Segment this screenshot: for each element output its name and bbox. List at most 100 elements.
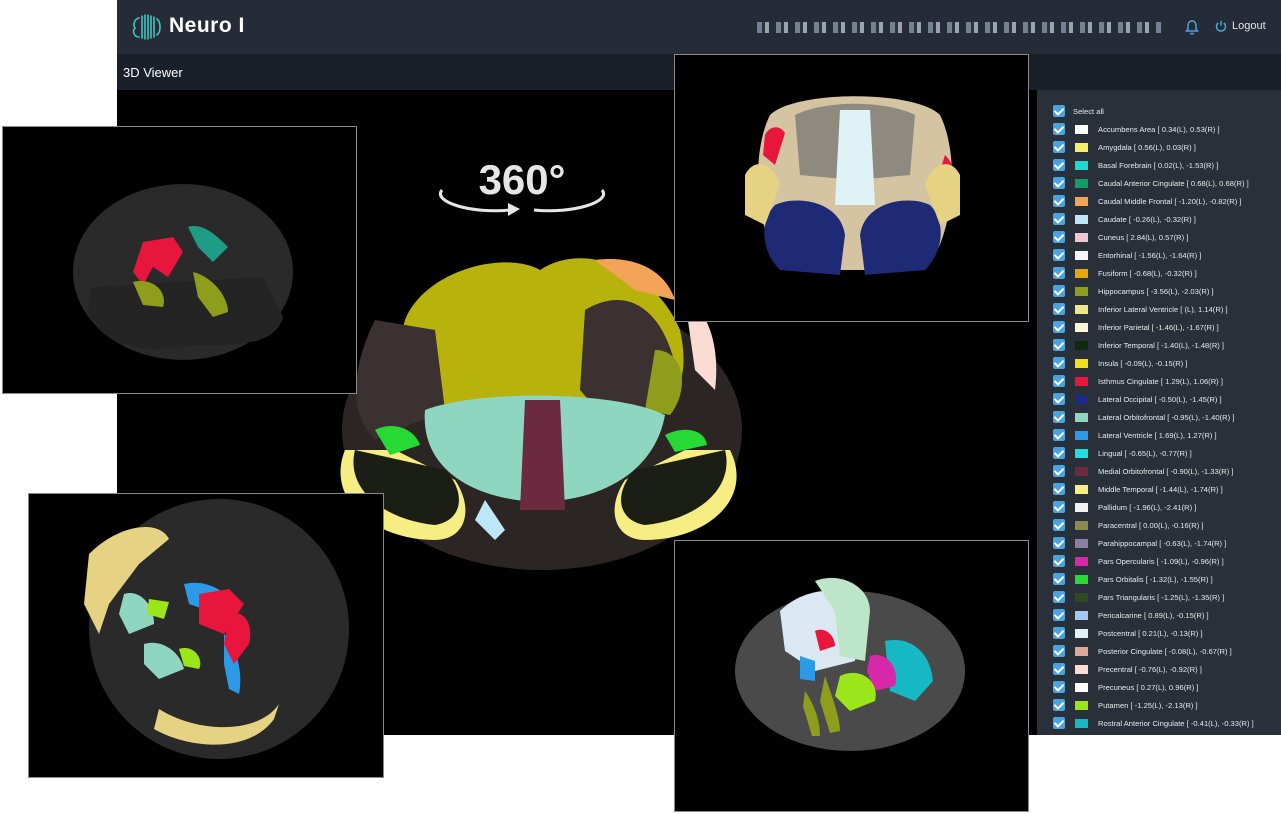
region-checkbox[interactable] [1053, 717, 1065, 729]
region-checkbox[interactable] [1053, 267, 1065, 279]
legend-row[interactable]: Caudal Middle Frontal [ -1.20(L), -0.82(… [1053, 192, 1242, 210]
legend-row[interactable]: Caudate [ -0.26(L), -0.32(R) ] [1053, 210, 1196, 228]
region-color-swatch [1075, 520, 1088, 530]
region-checkbox[interactable] [1053, 159, 1065, 171]
legend-row[interactable]: Middle Temporal [ -1.44(L), -1.74(R) ] [1053, 480, 1223, 498]
region-label: Caudate [ -0.26(L), -0.32(R) ] [1098, 214, 1196, 224]
select-all-row[interactable]: Select all [1053, 102, 1104, 120]
region-checkbox[interactable] [1053, 321, 1065, 333]
app-brand-name: Neuro I [169, 14, 245, 37]
legend-row[interactable]: Rostral Anterior Cingulate [ -0.41(L), -… [1053, 714, 1254, 732]
legend-row[interactable]: Insula [ -0.09(L), -0.15(R) ] [1053, 354, 1187, 372]
region-checkbox[interactable] [1053, 465, 1065, 477]
region-checkbox[interactable] [1053, 699, 1065, 711]
region-checkbox[interactable] [1053, 411, 1065, 423]
legend-row[interactable]: Accumbens Area [ 0.34(L), 0.53(R) ] [1053, 120, 1220, 138]
legend-row[interactable]: Precuneus [ 0.27(L), 0.96(R) ] [1053, 678, 1198, 696]
brain-view-posterior-top-right[interactable] [674, 54, 1029, 322]
region-checkbox[interactable] [1053, 429, 1065, 441]
region-checkbox[interactable] [1053, 681, 1065, 693]
region-label: Precentral [ -0.76(L), -0.92(R) ] [1098, 664, 1202, 674]
legend-row[interactable]: Paracentral [ 0.00(L), -0.16(R) ] [1053, 516, 1204, 534]
legend-row[interactable]: Pallidum [ -1.96(L), -2.41(R) ] [1053, 498, 1196, 516]
region-label: Pallidum [ -1.96(L), -2.41(R) ] [1098, 502, 1197, 512]
brain-view-lateral-bottom-right[interactable] [674, 540, 1029, 812]
legend-row[interactable]: Fusiform [ -0.68(L), -0.32(R) ] [1053, 264, 1197, 282]
region-checkbox[interactable] [1053, 195, 1065, 207]
brain-logo-icon [132, 14, 161, 40]
legend-row[interactable]: Parahippocampal [ -0.63(L), -1.74(R) ] [1053, 534, 1226, 552]
region-checkbox[interactable] [1053, 627, 1065, 639]
region-checkbox[interactable] [1053, 537, 1065, 549]
region-checkbox[interactable] [1053, 249, 1065, 261]
region-label: Isthmus Cingulate [ 1.29(L), 1.06(R) ] [1098, 376, 1223, 386]
region-color-swatch [1075, 682, 1088, 692]
legend-row[interactable]: Lingual [ -0.65(L), -0.77(R) ] [1053, 444, 1192, 462]
legend-row[interactable]: Lateral Orbitofrontal [ -0.95(L), -1.40(… [1053, 408, 1234, 426]
legend-row[interactable]: Isthmus Cingulate [ 1.29(L), 1.06(R) ] [1053, 372, 1223, 390]
region-checkbox[interactable] [1053, 519, 1065, 531]
notification-bell-icon[interactable] [1184, 19, 1200, 36]
legend-row[interactable]: Posterior Cingulate [ -0.08(L), -0.67(R)… [1053, 642, 1232, 660]
legend-row[interactable]: Lateral Occipital [ -0.50(L), -1.45(R) ] [1053, 390, 1222, 408]
region-checkbox[interactable] [1053, 591, 1065, 603]
region-label: Lateral Ventricle [ 1.69(L), 1.27(R) ] [1098, 430, 1217, 440]
region-checkbox[interactable] [1053, 123, 1065, 135]
legend-row[interactable]: Lateral Ventricle [ 1.69(L), 1.27(R) ] [1053, 426, 1217, 444]
region-checkbox[interactable] [1053, 141, 1065, 153]
region-color-swatch [1075, 664, 1088, 674]
legend-row[interactable]: Pars Orbitalis [ -1.32(L), -1.55(R) ] [1053, 570, 1213, 588]
region-checkbox[interactable] [1053, 375, 1065, 387]
region-checkbox[interactable] [1053, 483, 1065, 495]
legend-row[interactable]: Inferior Parietal [ -1.46(L), -1.67(R) ] [1053, 318, 1219, 336]
region-color-swatch [1075, 304, 1088, 314]
region-label: Inferior Parietal [ -1.46(L), -1.67(R) ] [1098, 322, 1219, 332]
brain-view-axial-bottom-left[interactable] [28, 493, 384, 778]
region-checkbox[interactable] [1053, 357, 1065, 369]
legend-row[interactable]: Hippocampus [ -3.56(L), -2.03(R) ] [1053, 282, 1214, 300]
region-label: Fusiform [ -0.68(L), -0.32(R) ] [1098, 268, 1197, 278]
legend-row[interactable]: Putamen [ -1.25(L), -2.13(R) ] [1053, 696, 1198, 714]
region-label: Inferior Temporal [ -1.40(L), -1.48(R) ] [1098, 340, 1225, 350]
brain-view-sagittal-top-left[interactable] [2, 126, 357, 394]
region-color-swatch [1075, 718, 1088, 728]
region-color-swatch [1075, 358, 1088, 368]
legend-row[interactable]: Cuneus [ 2.84(L), 0.57(R) ] [1053, 228, 1188, 246]
legend-row[interactable]: Postcentral [ 0.21(L), -0.13(R) ] [1053, 624, 1203, 642]
region-color-swatch [1075, 448, 1088, 458]
legend-row[interactable]: Caudal Anterior Cingulate [ 0.68(L), 0.6… [1053, 174, 1249, 192]
region-label: Basal Forebrain [ 0.02(L), -1.53(R) ] [1098, 160, 1219, 170]
region-checkbox[interactable] [1053, 285, 1065, 297]
region-checkbox[interactable] [1053, 501, 1065, 513]
region-checkbox[interactable] [1053, 663, 1065, 675]
select-all-checkbox[interactable] [1053, 105, 1065, 117]
region-checkbox[interactable] [1053, 177, 1065, 189]
legend-row[interactable]: Medial Orbitofrontal [ -0.90(L), -1.33(R… [1053, 462, 1233, 480]
region-checkbox[interactable] [1053, 339, 1065, 351]
legend-row[interactable]: Basal Forebrain [ 0.02(L), -1.53(R) ] [1053, 156, 1218, 174]
region-checkbox[interactable] [1053, 573, 1065, 585]
legend-row[interactable]: Pars Opercularis [ -1.09(L), -0.96(R) ] [1053, 552, 1224, 570]
region-checkbox[interactable] [1053, 555, 1065, 567]
region-checkbox[interactable] [1053, 393, 1065, 405]
region-color-swatch [1075, 376, 1088, 386]
legend-row[interactable]: Pericalcarine [ 0.89(L), -0.15(R) ] [1053, 606, 1209, 624]
region-checkbox[interactable] [1053, 213, 1065, 225]
legend-row[interactable]: Inferior Temporal [ -1.40(L), -1.48(R) ] [1053, 336, 1224, 354]
region-checkbox[interactable] [1053, 609, 1065, 621]
region-checkbox[interactable] [1053, 645, 1065, 657]
region-label: Pars Orbitalis [ -1.32(L), -1.55(R) ] [1098, 574, 1213, 584]
region-checkbox[interactable] [1053, 303, 1065, 315]
brain-render-axial [84, 499, 349, 759]
legend-row[interactable]: Amygdala [ 0.56(L), 0.03(R) ] [1053, 138, 1196, 156]
region-checkbox[interactable] [1053, 447, 1065, 459]
region-label: Parahippocampal [ -0.63(L), -1.74(R) ] [1098, 538, 1227, 548]
logout-button[interactable]: Logout [1215, 20, 1266, 32]
legend-row[interactable]: Inferior Lateral Ventricle [ (L), 1.14(R… [1053, 300, 1228, 318]
region-checkbox[interactable] [1053, 231, 1065, 243]
legend-row[interactable]: Precentral [ -0.76(L), -0.92(R) ] [1053, 660, 1202, 678]
legend-row[interactable]: Entorhinal [ -1.56(L), -1.64(R) ] [1053, 246, 1201, 264]
region-color-swatch [1075, 196, 1088, 206]
power-icon [1215, 20, 1227, 32]
legend-row[interactable]: Pars Triangularis [ -1.25(L), -1.35(R) ] [1053, 588, 1224, 606]
